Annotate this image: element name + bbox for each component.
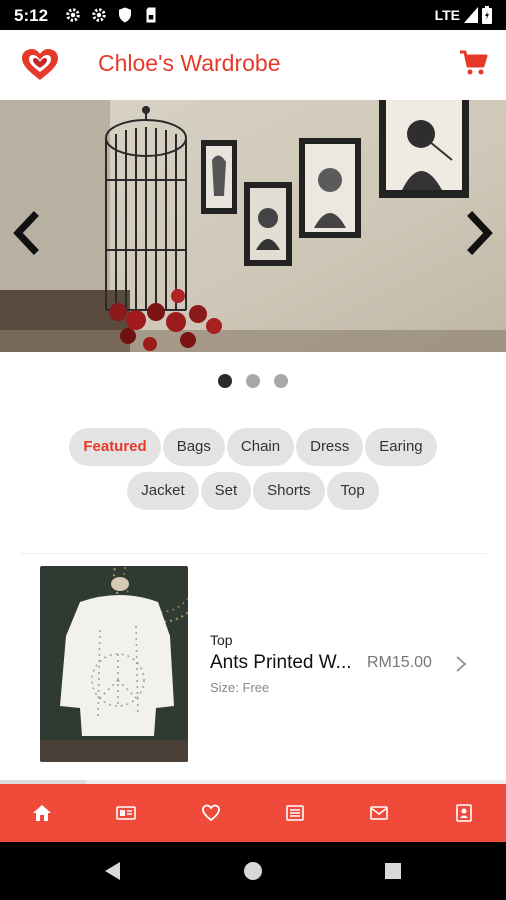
nav-messages[interactable] xyxy=(337,784,421,842)
home-icon xyxy=(33,805,52,821)
sim-card-icon xyxy=(146,7,156,23)
divider xyxy=(20,553,486,554)
shield-icon xyxy=(119,7,131,23)
nav-home[interactable] xyxy=(0,784,84,842)
mail-icon xyxy=(370,806,389,820)
back-icon[interactable] xyxy=(102,860,124,882)
product-name: Ants Printed W... xyxy=(210,652,352,673)
heart-logo-icon[interactable] xyxy=(20,48,60,82)
product-size: Size: Free xyxy=(210,680,270,695)
settings-icon xyxy=(66,8,80,22)
chip-top[interactable]: Top xyxy=(326,472,379,510)
nav-catalog[interactable] xyxy=(84,784,168,842)
carousel-dot[interactable] xyxy=(218,374,232,388)
nav-news[interactable] xyxy=(253,784,337,842)
category-chips: Featured Bags Chain Dress Earing Jacket … xyxy=(40,428,466,510)
bottom-navigation xyxy=(0,784,506,842)
product-price: RM15.00 xyxy=(367,654,432,671)
carousel-dot[interactable] xyxy=(246,374,260,388)
chip-set[interactable]: Set xyxy=(200,472,252,510)
signal-icon xyxy=(464,7,478,23)
chip-featured[interactable]: Featured xyxy=(69,428,161,466)
chevron-right-icon[interactable] xyxy=(454,654,468,674)
carousel-indicator xyxy=(0,374,506,388)
news-icon xyxy=(286,805,304,821)
status-time: 5:12 xyxy=(14,6,49,25)
contact-icon xyxy=(455,804,472,822)
app-bar: Chloe's Wardrobe xyxy=(0,30,506,101)
heart-icon xyxy=(201,804,220,822)
system-navigation-bar xyxy=(0,842,506,900)
chevron-left-icon[interactable] xyxy=(8,208,42,258)
carousel-image xyxy=(0,100,506,352)
chip-chain[interactable]: Chain xyxy=(226,428,295,466)
carousel-dot[interactable] xyxy=(274,374,288,388)
image-carousel[interactable] xyxy=(0,100,506,352)
chip-earing[interactable]: Earing xyxy=(365,428,437,466)
battery-icon xyxy=(482,6,492,24)
chevron-right-icon[interactable] xyxy=(464,208,498,258)
nav-favorites[interactable] xyxy=(169,784,253,842)
settings-icon xyxy=(92,8,106,22)
status-bar: 5:12 LTE xyxy=(0,0,506,30)
product-list-item[interactable]: Top Ants Printed W... Size: Free RM15.00 xyxy=(20,564,486,764)
recents-icon[interactable] xyxy=(382,860,404,882)
product-category: Top xyxy=(210,632,233,648)
nav-contact[interactable] xyxy=(422,784,506,842)
home-button-icon[interactable] xyxy=(242,860,264,882)
app-title: Chloe's Wardrobe xyxy=(98,50,281,76)
cart-icon[interactable] xyxy=(458,48,488,78)
product-image xyxy=(40,566,188,762)
network-label: LTE xyxy=(434,7,460,23)
chip-bags[interactable]: Bags xyxy=(162,428,225,466)
catalog-icon xyxy=(116,806,137,820)
chip-dress[interactable]: Dress xyxy=(296,428,364,466)
chip-shorts[interactable]: Shorts xyxy=(253,472,325,510)
chip-jacket[interactable]: Jacket xyxy=(127,472,199,510)
